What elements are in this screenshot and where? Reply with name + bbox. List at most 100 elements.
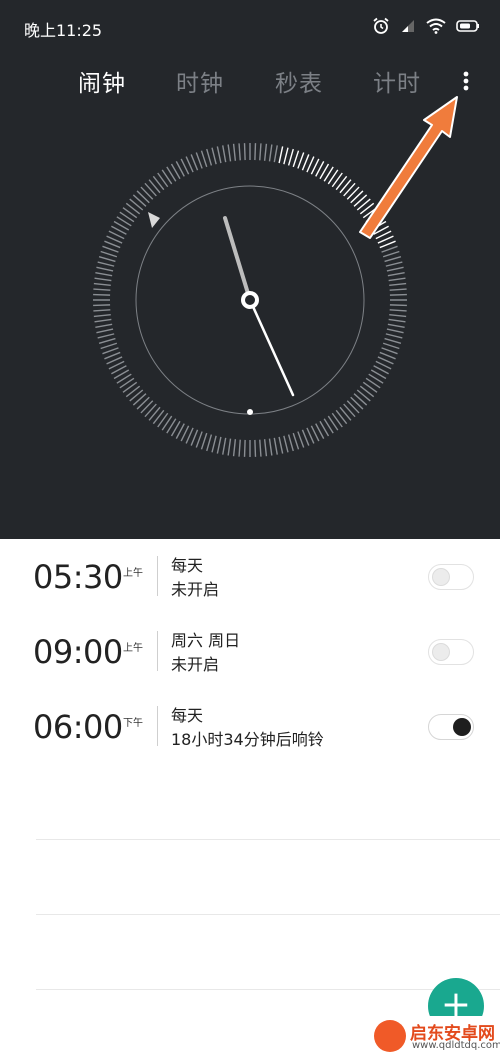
dial-tick [232,439,237,457]
dial-tick [292,150,300,168]
dial-tick [93,293,111,296]
dial-tick [104,240,121,249]
dial-tick [100,250,118,258]
dial-tick [195,152,203,169]
dial-tick [195,431,203,448]
status-bar: 晚上11:25 [0,0,500,52]
toggle-knob [432,568,450,586]
dial-tick [211,147,217,165]
toggle-knob [453,718,471,736]
tab-alarm[interactable]: 闹钟 [78,64,126,98]
dial-tick [93,313,111,318]
dial-tick [350,396,364,410]
alarm-icon [373,17,389,34]
minute-hand [248,298,295,397]
alarm-status: 未开启 [171,655,220,674]
dial-tick [222,437,227,455]
dial-tick [382,342,400,350]
dial-tick [93,288,111,291]
alarm-repeat: 每天 [171,706,204,725]
dial-tick [287,434,294,452]
dial-tick [263,143,268,161]
dial-tick [136,396,150,410]
dial-tick [278,436,284,454]
dial-tick [190,154,199,171]
dial-tick [206,434,213,452]
dial-tick [254,439,257,457]
list-divider [36,914,500,915]
more-vertical-icon[interactable] [452,68,480,96]
alarm-status: 18小时34分钟后响铃 [171,730,324,749]
dial-tick [96,328,114,334]
watermark: 启东安卓网 www.qdldtdq.com [372,1016,500,1057]
signal-icon [402,20,414,32]
dial-tick [381,347,398,355]
tab-clock[interactable]: 时钟 [176,64,224,98]
alarm-item-3[interactable]: 06:00 下午 每天 18小时34分钟后响铃 [0,692,500,766]
alarm-divider [157,631,158,671]
dial-tick [259,439,262,457]
alarm-item-1[interactable]: 05:30 上午 每天 未开启 [0,542,500,616]
dial-tick [206,148,213,166]
alarm-toggle[interactable] [428,714,474,740]
dial-tick [232,143,237,161]
dial-tick [243,143,246,161]
dial-tick [200,150,208,168]
dial-tick [353,194,368,207]
dial-tick [97,261,115,267]
second-dot [247,409,253,415]
header-panel: 晚上11:25 闹钟 时钟 秒表 计时 [0,0,500,539]
dial-tick [243,439,246,457]
dial-tick [254,143,257,161]
dial-tick [263,439,268,457]
dial-tick [140,186,154,200]
alarm-time: 05:30 [33,558,123,596]
dial-tick [259,143,262,161]
alarm-time: 06:00 [33,708,123,746]
dial-tick [97,333,115,339]
tab-bar: 闹钟 时钟 秒表 计时 [0,60,500,104]
alarm-ampm: 上午 [123,568,143,579]
dial-tick [388,318,406,323]
dial-tick [144,182,157,197]
dial-tick [140,400,154,414]
alarm-ampm: 上午 [123,643,143,654]
alarm-time: 09:00 [33,633,123,671]
tab-stopwatch[interactable]: 秒表 [275,64,323,98]
dial-tick [102,347,119,355]
toggle-knob [432,643,450,661]
watermark-url: www.qdldtdq.com [412,1040,500,1051]
dial-tick [132,393,147,406]
alarm-repeat: 每天 [171,556,204,575]
wifi-icon [426,18,446,34]
dial-tick [136,190,150,204]
dial-tick [93,282,111,287]
dial-tick [346,400,360,414]
dial-tick [297,152,305,169]
dial-tick [227,438,232,456]
dial-tick [268,438,273,456]
dial-tick [381,245,398,253]
dial-tick [94,277,112,282]
watermark-logo-icon [374,1020,406,1052]
dial-tick [283,147,289,165]
alarm-item-2[interactable]: 09:00 上午 周六 周日 未开启 [0,617,500,691]
tab-timer[interactable]: 计时 [373,64,421,98]
alarm-repeat: 周六 周日 [171,631,241,650]
dial-tick [102,245,119,253]
dial-tick [273,145,278,163]
dial-tick [238,439,241,457]
dial-tick [132,194,147,207]
dial-tick [389,293,407,296]
battery-icon [456,20,479,32]
alarm-toggle[interactable] [428,564,474,590]
alarm-toggle[interactable] [428,639,474,665]
dial-tick [388,277,406,282]
dial-tick [216,146,222,164]
dial-tick [190,429,199,446]
dial-tick [297,431,305,448]
list-divider [36,839,500,840]
status-time: 晚上11:25 [24,21,103,40]
list-divider [36,989,500,990]
dial-tick [389,288,407,291]
